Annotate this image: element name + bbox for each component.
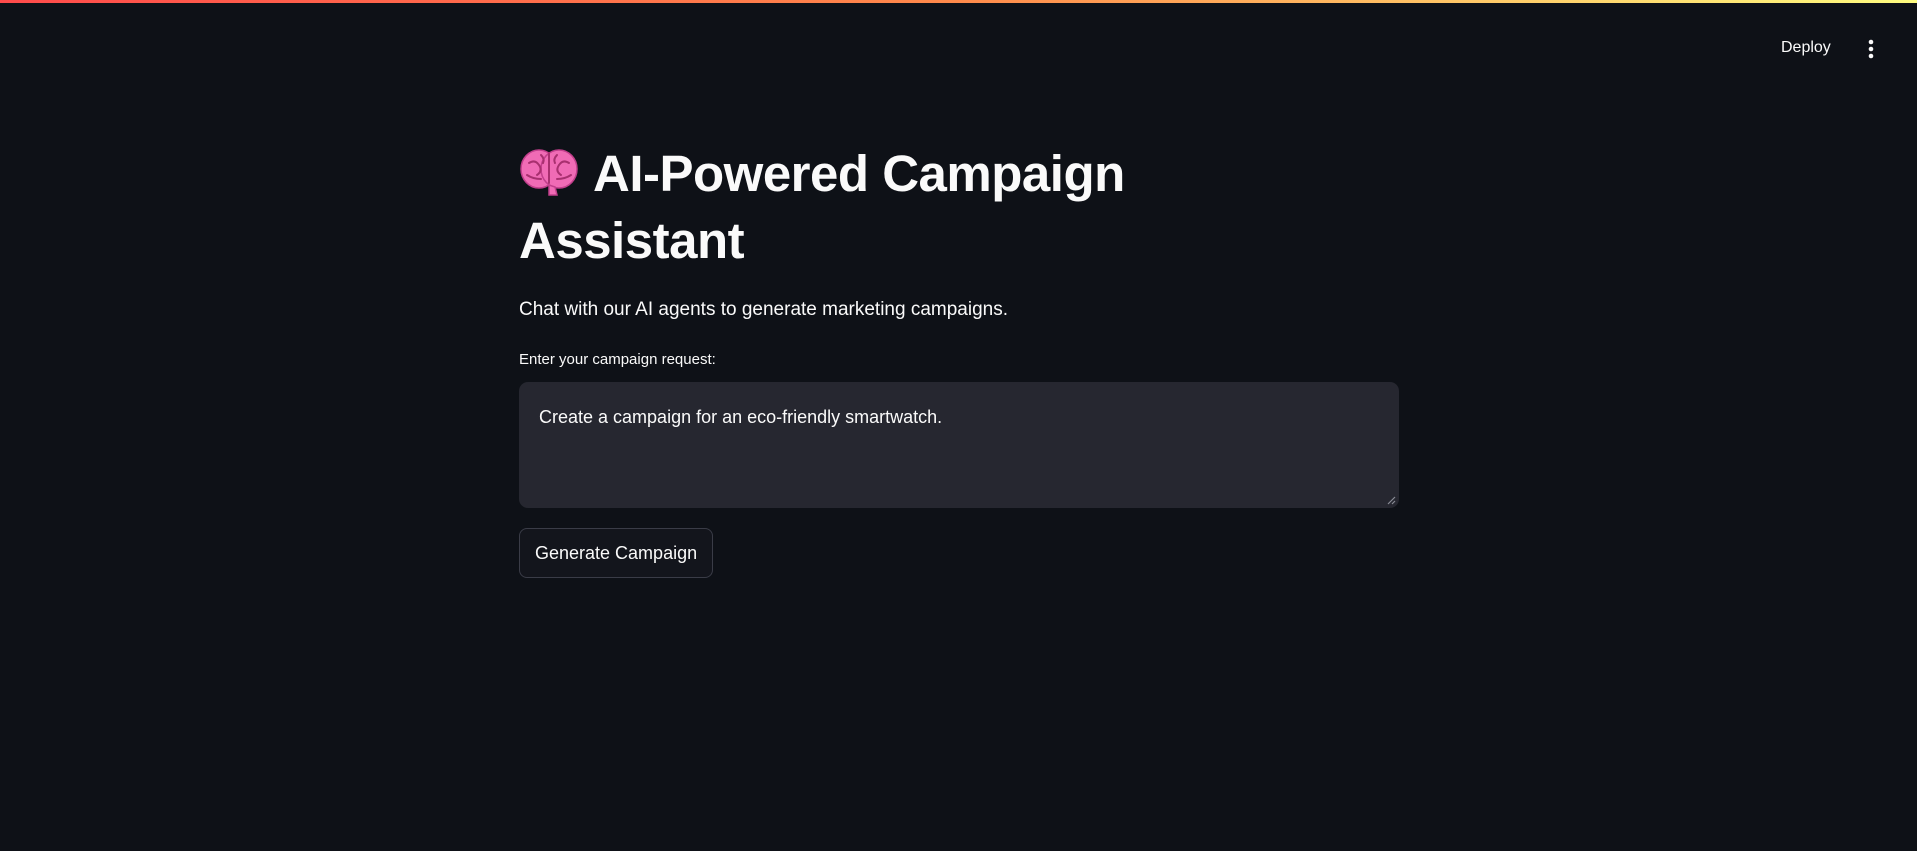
generate-campaign-button[interactable]: Generate Campaign [519, 528, 714, 578]
app-header: Deploy [0, 3, 1917, 87]
vertical-ellipsis-icon [1868, 39, 1874, 59]
brain-icon [520, 149, 578, 196]
campaign-request-container [519, 382, 1399, 508]
deploy-button[interactable]: Deploy [1769, 33, 1843, 63]
campaign-request-label: Enter your campaign request: [519, 351, 716, 368]
campaign-request-input[interactable] [519, 382, 1399, 508]
main-menu-button[interactable] [1855, 33, 1887, 65]
main-content: AI-Powered Campaign Assistant Chat with … [519, 140, 1399, 578]
page-subtitle: Chat with our AI agents to generate mark… [519, 299, 1008, 320]
page-title: AI-Powered Campaign Assistant [519, 140, 1199, 274]
page-title-text: AI-Powered Campaign Assistant [519, 145, 1125, 269]
resize-handle-icon[interactable] [1387, 496, 1396, 505]
